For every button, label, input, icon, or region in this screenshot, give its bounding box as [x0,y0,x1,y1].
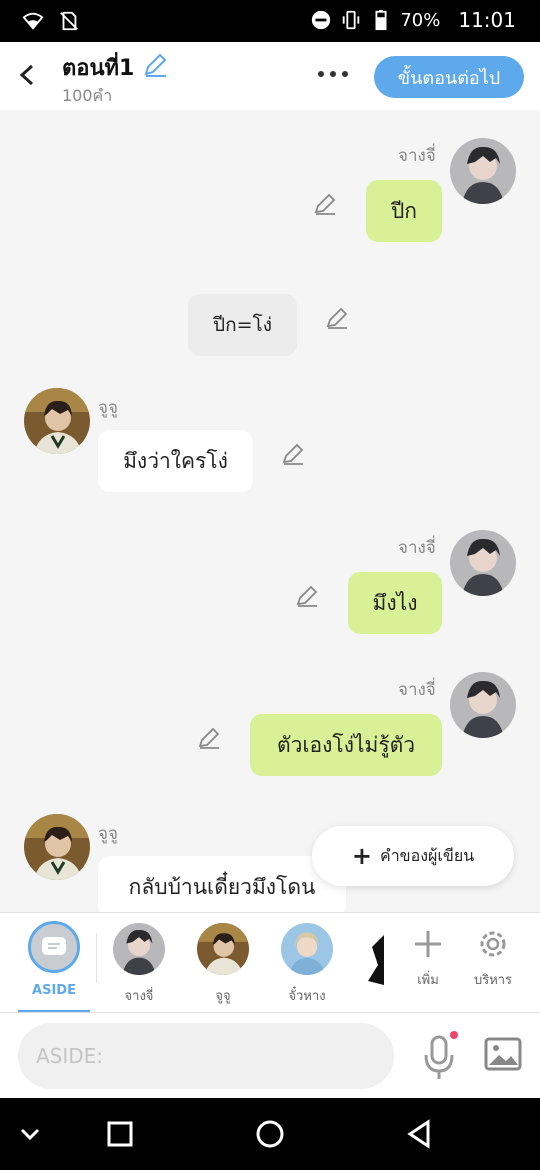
partial-character-avatar[interactable] [366,935,384,985]
divider [96,933,97,983]
back-icon[interactable] [404,1118,436,1150]
speaker-name: จูจู [98,824,118,844]
avatar[interactable] [450,672,516,738]
message-bubble[interactable]: มึงว่าใครโง่ [98,430,253,492]
image-icon[interactable] [484,1035,522,1073]
chat-bubble-icon [42,937,66,955]
word-count: 100คำ [62,86,113,105]
edit-title-icon[interactable] [142,52,168,78]
manage-label: บริหาร [473,973,513,988]
message-bubble[interactable]: มึงไง [348,572,442,634]
avatar[interactable] [24,814,90,880]
vibrate-icon [343,10,360,30]
aside-avatar [28,921,80,973]
avatar[interactable] [450,138,516,204]
avatar [197,923,249,975]
avatar [281,923,333,975]
edit-message-icon[interactable] [295,584,319,608]
clock: 11:01 [458,8,516,32]
chat-area[interactable]: จางจี่ ปีก ปีก=โง่ จูจู มึงว่าใครโง่ จาง… [0,110,540,912]
gear-icon [480,931,506,957]
episode-title: ตอนที่1 [62,56,135,81]
edit-message-icon[interactable] [325,306,349,330]
recents-icon[interactable] [104,1118,136,1150]
back-arrow-icon[interactable] [12,58,42,92]
manage-button[interactable]: บริหาร [463,927,523,990]
more-options-icon[interactable] [318,64,354,84]
character-item[interactable]: จางจี่ [104,923,174,1006]
battery-icon [375,9,387,31]
character-selector-bar: ASIDE จางจี่ จูจู จั๋วหาง เพิ่ม บริหาร [0,912,540,1013]
speaker-name: จางจี่ [398,146,436,166]
home-icon[interactable] [254,1118,286,1150]
do-not-disturb-icon [312,10,331,30]
message-input[interactable] [18,1023,394,1089]
message-bubble[interactable]: ตัวเองโง่ไม่รู้ตัว [250,714,442,776]
next-step-button[interactable]: ขั้นตอนต่อไป [374,56,524,98]
plus-icon [415,931,441,957]
writer-note-label: คำของผู้เขียน [379,845,475,865]
edit-message-icon[interactable] [281,442,305,466]
speaker-name: จูจู [98,398,118,418]
chevron-down-icon[interactable] [14,1118,46,1150]
avatar [113,923,165,975]
system-navigation-bar [0,1098,540,1170]
avatar[interactable] [450,530,516,596]
microphone-icon[interactable] [420,1031,460,1083]
no-sim-icon [60,11,78,31]
top-app-bar: ตอนที่1 100คำ ขั้นตอนต่อไป [0,42,540,110]
aside-tab[interactable]: ASIDE [18,921,90,1013]
character-name: จูจู [215,989,231,1004]
aside-label: ASIDE [32,983,76,998]
message-bubble[interactable]: กลับบ้านเดี๋ยวมึงโดน [98,856,346,912]
edit-message-icon[interactable] [197,726,221,750]
message-bubble[interactable]: ปีก [366,180,442,242]
plus-icon: + [351,842,372,870]
aside-bubble[interactable]: ปีก=โง่ [188,294,297,356]
battery-percent: 70% [400,9,441,31]
add-character-button[interactable]: เพิ่ม [398,927,458,990]
edit-message-icon[interactable] [313,192,337,216]
character-item[interactable]: จูจู [188,923,258,1006]
wifi-icon [22,12,44,30]
avatar[interactable] [24,388,90,454]
character-name: จางจี่ [124,989,154,1004]
speaker-name: จางจี่ [398,680,436,700]
message-input-bar [0,1012,540,1098]
status-bar: 70% 11:01 [0,0,540,42]
add-label: เพิ่ม [417,973,439,988]
speaker-name: จางจี่ [398,538,436,558]
character-item[interactable]: จั๋วหาง [272,923,342,1006]
character-name: จั๋วหาง [288,989,326,1004]
writer-note-button[interactable]: + คำของผู้เขียน [312,826,514,886]
